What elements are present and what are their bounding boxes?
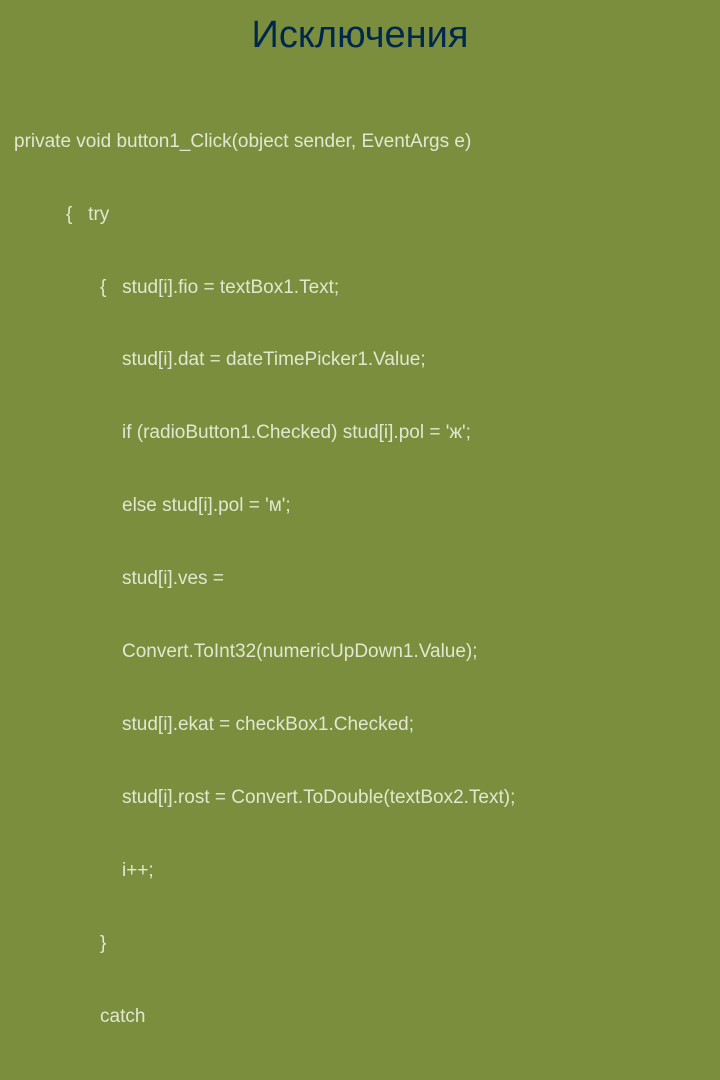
code-line: } [14, 932, 700, 956]
code-line: i++; [14, 859, 700, 883]
slide-title: Исключения [0, 0, 720, 81]
code-line: stud[i].dat = dateTimePicker1.Value; [14, 348, 700, 372]
code-line: else stud[i].pol = 'м'; [14, 494, 700, 518]
code-line: { MessageBox.Show("Ошибка");} [14, 1078, 700, 1080]
code-line: stud[i].ves = [14, 567, 700, 591]
code-line: private void button1_Click(object sender… [14, 130, 700, 154]
code-line: if (radioButton1.Checked) stud[i].pol = … [14, 421, 700, 445]
code-line: catch [14, 1005, 700, 1029]
code-line: Convert.ToInt32(numericUpDown1.Value); [14, 640, 700, 664]
code-line: stud[i].ekat = checkBox1.Checked; [14, 713, 700, 737]
code-block: private void button1_Click(object sender… [0, 81, 720, 1080]
code-line: stud[i].rost = Convert.ToDouble(textBox2… [14, 786, 700, 810]
code-line: { try [14, 203, 700, 227]
code-line: { stud[i].fio = textBox1.Text; [14, 276, 700, 300]
